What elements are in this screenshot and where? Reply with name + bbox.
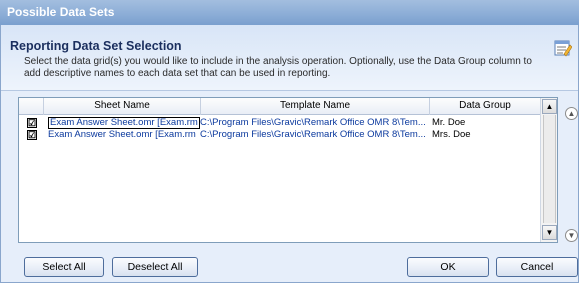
- grid-header: Sheet Name Template Name Data Group: [19, 98, 540, 115]
- cancel-button[interactable]: Cancel: [496, 257, 578, 277]
- sheet-name-cell[interactable]: Exam Answer Sheet.omr [Exam.rm: [48, 117, 200, 129]
- deselect-all-button[interactable]: Deselect All: [112, 257, 198, 277]
- row-checkbox[interactable]: ☑: [27, 118, 37, 128]
- template-name-cell[interactable]: C:\Program Files\Gravic\Remark Office OM…: [200, 129, 430, 141]
- sheet-name-cell[interactable]: Exam Answer Sheet.omr [Exam.rm: [48, 129, 200, 141]
- ok-button[interactable]: OK: [407, 257, 489, 277]
- edit-list-icon: [554, 40, 572, 57]
- table-row[interactable]: ☑ Exam Answer Sheet.omr [Exam.rm C:\Prog…: [19, 129, 540, 141]
- row-checkbox[interactable]: ☑: [27, 130, 37, 140]
- table-row[interactable]: ☑ Exam Answer Sheet.omr [Exam.rm C:\Prog…: [19, 117, 540, 129]
- header-title: Reporting Data Set Selection: [10, 39, 182, 53]
- header-description: Select the data grid(s) you would like t…: [24, 56, 532, 79]
- scroll-down-arrow-icon[interactable]: ▼: [542, 225, 557, 240]
- grid-vertical-scrollbar[interactable]: ▲ ▼: [540, 98, 557, 242]
- select-all-button[interactable]: Select All: [24, 257, 104, 277]
- move-down-icon[interactable]: ▼: [565, 229, 578, 242]
- column-header-template-name[interactable]: Template Name: [201, 98, 430, 115]
- scroll-up-arrow-icon[interactable]: ▲: [542, 99, 557, 114]
- column-header-data-group[interactable]: Data Group: [430, 98, 540, 115]
- window-title: Possible Data Sets: [0, 0, 579, 25]
- dialog-header: Reporting Data Set Selection Select the …: [1, 25, 578, 91]
- ok-label: OK: [440, 261, 456, 273]
- cancel-label: Cancel: [520, 261, 554, 273]
- select-all-label: Select All: [42, 261, 86, 273]
- column-header-sheet-name[interactable]: Sheet Name: [44, 98, 201, 115]
- column-header-select[interactable]: [19, 98, 44, 115]
- dialog-body: Reporting Data Set Selection Select the …: [0, 25, 579, 283]
- data-group-cell[interactable]: Mrs. Doe: [432, 129, 538, 141]
- deselect-all-label: Deselect All: [127, 261, 183, 273]
- data-group-cell[interactable]: Mr. Doe: [432, 117, 538, 129]
- scrollbar-track[interactable]: [543, 115, 556, 223]
- data-sets-grid[interactable]: Sheet Name Template Name Data Group ☑ Ex…: [18, 97, 558, 243]
- move-up-icon[interactable]: ▲: [565, 107, 578, 120]
- template-name-cell[interactable]: C:\Program Files\Gravic\Remark Office OM…: [200, 117, 430, 129]
